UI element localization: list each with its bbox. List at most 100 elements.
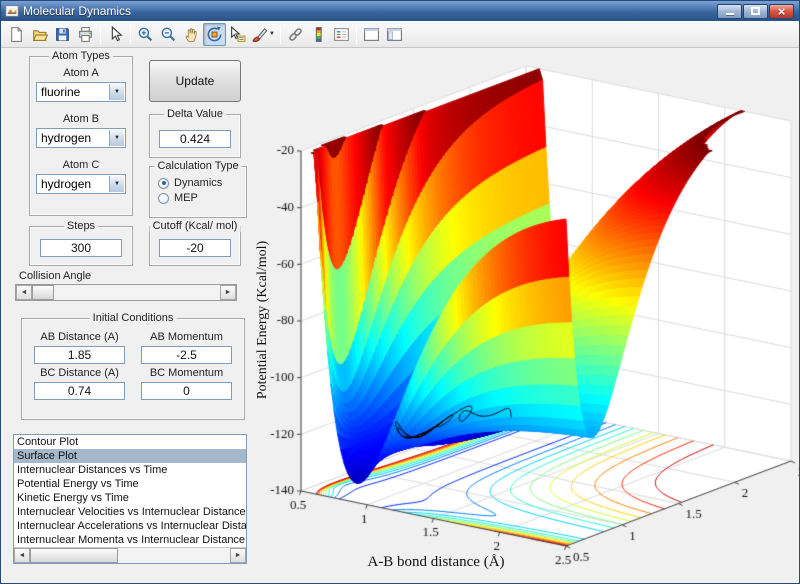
plot-area: Potential Energy (Kcal/mol) A-B bond dis…: [251, 48, 800, 584]
slider-thumb[interactable]: [32, 285, 54, 300]
steps-input[interactable]: 300: [40, 239, 122, 257]
app-icon: [5, 4, 19, 18]
minimize-icon: [726, 13, 734, 15]
insert-colorbar-button[interactable]: [307, 23, 330, 46]
atom-a-dropdown[interactable]: fluorine▼: [36, 82, 126, 102]
brush-button[interactable]: ▼: [249, 23, 277, 46]
collision-angle-label: Collision Angle: [19, 270, 91, 282]
radio-label: Dynamics: [174, 177, 222, 189]
scroll-right-button[interactable]: ►: [230, 548, 246, 563]
atom-fields: Atom Afluorine▼Atom Bhydrogen▼Atom Chydr…: [30, 57, 132, 194]
listbox-hscrollbar[interactable]: ◄ ►: [14, 547, 246, 563]
hide-plot-tools-button[interactable]: [360, 23, 383, 46]
chevron-down-icon[interactable]: ▼: [109, 84, 124, 100]
dropdown-value: hydrogen: [41, 177, 91, 191]
z-axis-label: Potential Energy (Kcal/mol): [255, 205, 271, 435]
pan-icon: [183, 26, 200, 43]
atom-c-dropdown[interactable]: hydrogen ▼: [36, 174, 126, 194]
show-plot-tools-button[interactable]: [383, 23, 406, 46]
list-item[interactable]: Potential Energy vs Time: [14, 477, 246, 491]
edit-plot-button[interactable]: [104, 23, 127, 46]
slider-right-button[interactable]: ►: [220, 285, 236, 300]
zoom-out-icon: [160, 26, 177, 43]
cutoff-panel: Cutoff (Kcal/ mol) -20: [149, 226, 241, 266]
panel-title: Initial Conditions: [90, 312, 177, 324]
list-item[interactable]: Contour Plot: [14, 435, 246, 449]
edit-plot-icon: [107, 26, 124, 43]
title-bar[interactable]: Molecular Dynamics ×: [1, 1, 799, 21]
ic-label: AB Momentum: [141, 331, 232, 343]
toolbar-separator: [130, 25, 131, 44]
panel-title: Steps: [64, 220, 98, 232]
pan-button[interactable]: [180, 23, 203, 46]
maximize-icon: [751, 7, 760, 15]
atom-types-panel: Atom Types Atom Afluorine▼Atom Bhydrogen…: [29, 56, 133, 216]
cutoff-input[interactable]: -20: [159, 239, 231, 257]
atom-label: Atom B: [30, 113, 132, 125]
radio-dynamics[interactable]: Dynamics: [158, 177, 246, 189]
print-figure-button[interactable]: [74, 23, 97, 46]
panel-title: Cutoff (Kcal/ mol): [150, 220, 241, 232]
list-item[interactable]: Internuclear Momenta vs Internuclear Dis…: [14, 533, 246, 547]
radio-mep[interactable]: MEP: [158, 192, 246, 204]
link-plots-button[interactable]: [284, 23, 307, 46]
scroll-thumb[interactable]: [30, 548, 118, 563]
maximize-button[interactable]: [743, 4, 768, 19]
open-file-icon: [31, 26, 48, 43]
scroll-track[interactable]: [30, 548, 230, 563]
ic-label: BC Momentum: [141, 367, 232, 379]
list-item[interactable]: Kinetic Energy vs Time: [14, 491, 246, 505]
ic-input[interactable]: 1.85: [34, 346, 125, 364]
radio-unselected-icon: [158, 193, 169, 204]
open-file-button[interactable]: [28, 23, 51, 46]
scroll-left-button[interactable]: ◄: [14, 548, 30, 563]
right-arrow-icon: ►: [225, 289, 232, 296]
zoom-in-button[interactable]: [134, 23, 157, 46]
initial-conditions-grid: AB Distance (A)AB Momentum1.85-2.5BC Dis…: [22, 319, 244, 400]
save-figure-button[interactable]: [51, 23, 74, 46]
insert-colorbar-icon: [310, 26, 327, 43]
rotate-3d-button[interactable]: [203, 23, 226, 46]
list-item[interactable]: Surface Plot: [14, 449, 246, 463]
list-item[interactable]: Internuclear Velocities vs Internuclear …: [14, 505, 246, 519]
panel-title: Delta Value: [164, 108, 226, 120]
chevron-down-icon[interactable]: ▼: [109, 176, 124, 192]
collision-angle-slider[interactable]: ◄ ►: [15, 284, 237, 301]
delta-value-panel: Delta Value 0.424: [149, 114, 241, 158]
list-item[interactable]: Internuclear Distances vs Time: [14, 463, 246, 477]
list-item[interactable]: Internuclear Accelerations vs Internucle…: [14, 519, 246, 533]
slider-left-button[interactable]: ◄: [16, 285, 32, 300]
update-button[interactable]: Update: [149, 60, 241, 102]
radio-selected-icon: [158, 178, 169, 189]
data-cursor-icon: [229, 26, 246, 43]
save-figure-icon: [54, 26, 71, 43]
surface-plot-canvas[interactable]: [251, 48, 800, 584]
ic-input[interactable]: -2.5: [141, 346, 232, 364]
show-plot-tools-icon: [386, 26, 403, 43]
toolbar-separator: [356, 25, 357, 44]
delta-value-input[interactable]: 0.424: [159, 130, 231, 148]
chevron-down-icon[interactable]: ▼: [109, 130, 124, 146]
left-arrow-icon: ◄: [19, 552, 26, 559]
zoom-in-icon: [137, 26, 154, 43]
link-plots-icon: [287, 26, 304, 43]
atom-b-dropdown[interactable]: hydrogen ▼: [36, 128, 126, 148]
window-controls: ×: [717, 4, 794, 19]
hide-plot-tools-icon: [363, 26, 380, 43]
insert-legend-icon: [333, 26, 350, 43]
slider-track[interactable]: [32, 285, 220, 300]
toolbar: ▼: [1, 21, 799, 48]
new-figure-button[interactable]: [5, 23, 28, 46]
app-window: Molecular Dynamics × ▼ Atom Types Atom A…: [0, 0, 800, 584]
insert-legend-button[interactable]: [330, 23, 353, 46]
ic-input[interactable]: 0: [141, 382, 232, 400]
data-cursor-button[interactable]: [226, 23, 249, 46]
close-button[interactable]: ×: [769, 4, 794, 19]
zoom-out-button[interactable]: [157, 23, 180, 46]
radio-label: MEP: [174, 192, 198, 204]
new-figure-icon: [8, 26, 25, 43]
ic-input[interactable]: 0.74: [34, 382, 125, 400]
print-figure-icon: [77, 26, 94, 43]
dropdown-value: hydrogen: [41, 131, 91, 145]
minimize-button[interactable]: [717, 4, 742, 19]
